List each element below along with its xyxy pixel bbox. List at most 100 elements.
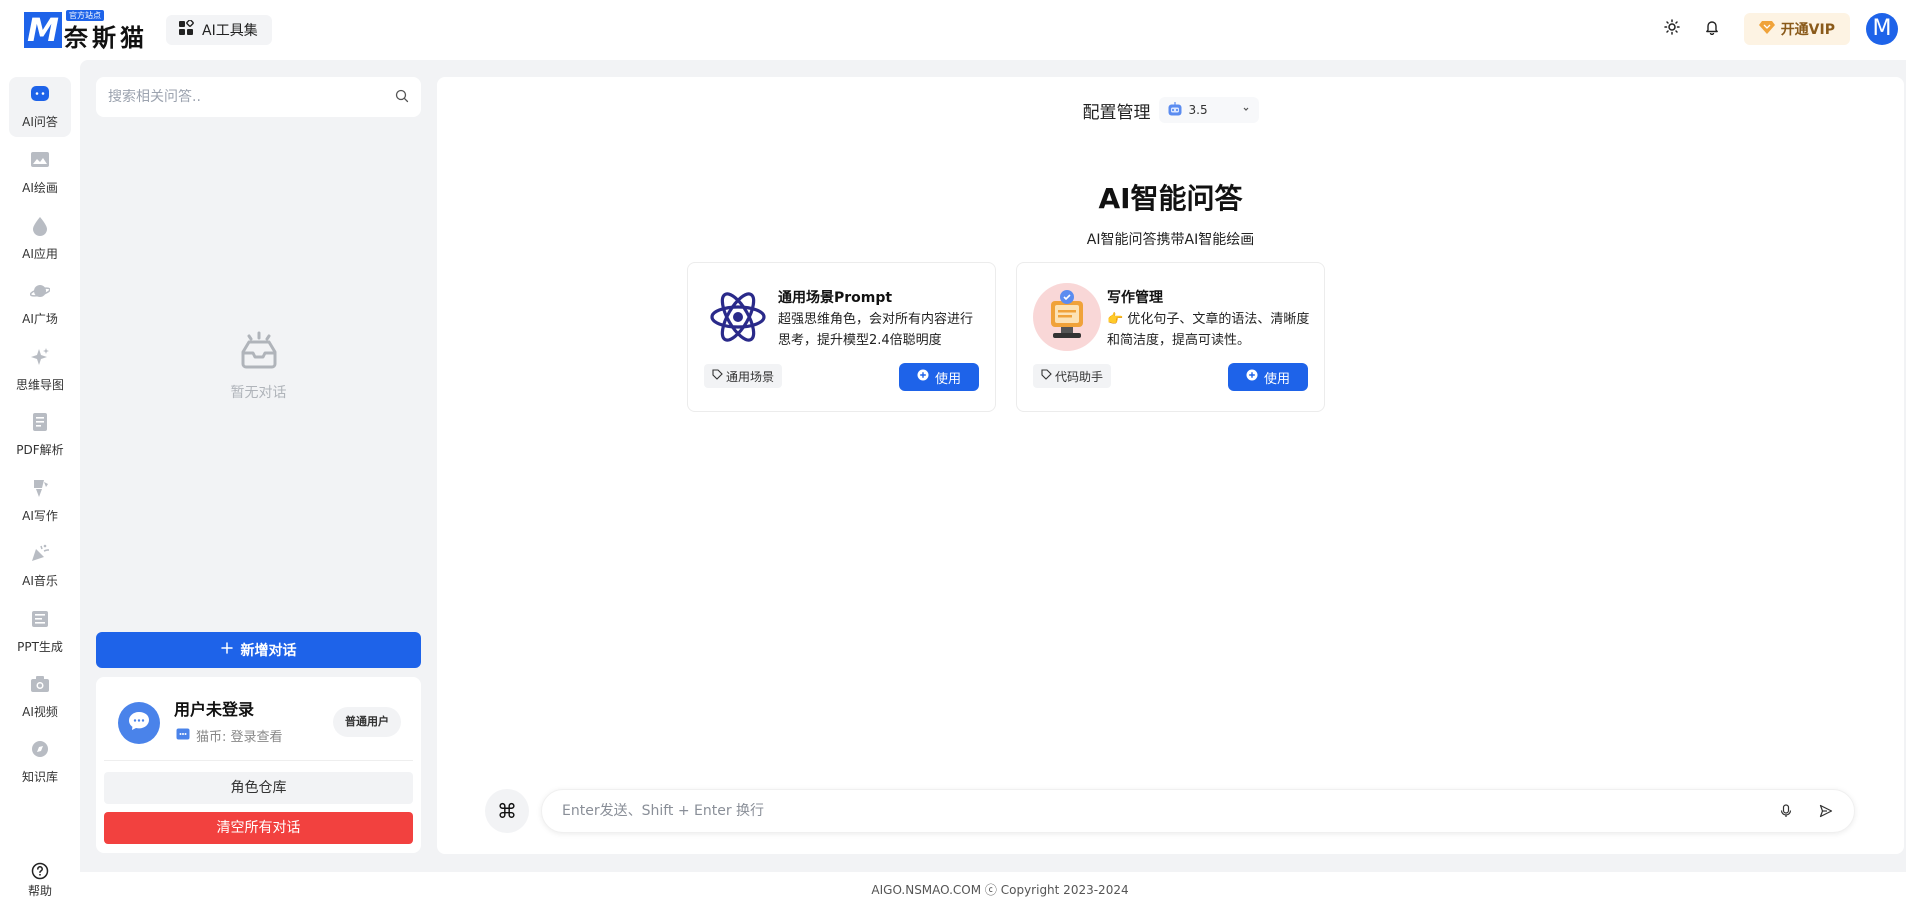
writing-card[interactable]: 写作管理 👉 优化句子、文章的语法、清晰度和简洁度，提高可读性。 代码助手 使用 xyxy=(1016,262,1325,412)
logo-letter: M xyxy=(24,12,62,48)
plus-circle-icon xyxy=(917,369,929,385)
nav-label: AI绘画 xyxy=(22,181,58,195)
use-button[interactable]: 使用 xyxy=(1228,363,1308,391)
new-chat-label: 新增对话 xyxy=(240,643,297,659)
nav-item-ai-video[interactable]: AI视频 xyxy=(9,667,71,727)
nav-label: AI应用 xyxy=(22,247,58,261)
ai-tools-button[interactable]: AI工具集 xyxy=(166,15,272,45)
use-label: 使用 xyxy=(934,371,961,387)
nav-item-ai-music[interactable]: AI音乐 xyxy=(9,536,71,596)
page-subtitle: AI智能问答携带AI智能绘画 xyxy=(1086,232,1255,248)
message-input[interactable] xyxy=(562,803,1760,819)
prompt-card[interactable]: 通用场景Prompt 超强思维角色，会对所有内容进行思考，提升模型2.4倍聪明度… xyxy=(687,262,996,412)
card-description: 超强思维角色，会对所有内容进行思考，提升模型2.4倍聪明度 xyxy=(778,312,974,348)
nav-label: AI视频 xyxy=(22,705,58,719)
pen-icon xyxy=(30,478,50,501)
card-tag: 代码助手 xyxy=(1033,364,1112,388)
planet-icon xyxy=(29,281,51,304)
logo-badge: 官方站点 xyxy=(66,10,104,21)
help-icon xyxy=(18,862,62,880)
microphone-icon[interactable] xyxy=(1772,797,1800,825)
nav-item-ai-drawing[interactable]: AI绘画 xyxy=(9,143,71,203)
nav-label: AI写作 xyxy=(22,509,58,523)
search-input[interactable] xyxy=(108,89,395,105)
compass-icon xyxy=(30,739,50,762)
theme-toggle-button[interactable] xyxy=(1660,17,1684,41)
bell-icon xyxy=(1704,19,1720,39)
left-navigation: AI问答 AI绘画 AI应用 AI广场 思维导图 PDF解析 AI写作 AI音乐… xyxy=(0,60,80,911)
card-tag: 通用场景 xyxy=(704,364,783,388)
use-button[interactable]: 使用 xyxy=(899,363,979,391)
inbox-icon xyxy=(96,330,421,374)
ai-tools-label: AI工具集 xyxy=(202,23,258,39)
nav-item-knowledge-base[interactable]: 知识库 xyxy=(9,732,71,792)
model-value: 3.5 xyxy=(1188,103,1208,117)
clear-all-button[interactable]: 清空所有对话 xyxy=(104,812,413,844)
notification-button[interactable] xyxy=(1700,17,1724,41)
card-description: 👉 优化句子、文章的语法、清晰度和简洁度，提高可读性。 xyxy=(1107,312,1310,348)
nav-label: PPT生成 xyxy=(17,640,63,654)
monitor-icon xyxy=(1033,283,1101,351)
plus-icon xyxy=(220,642,233,658)
coins-text: 猫币: 登录查看 xyxy=(196,730,283,745)
message-input-box[interactable] xyxy=(541,789,1855,833)
sparkle-icon xyxy=(30,347,50,370)
nav-item-ai-apps[interactable]: AI应用 xyxy=(9,209,71,269)
user-name: 用户未登录 xyxy=(174,700,255,719)
role-library-button[interactable]: 角色仓库 xyxy=(104,772,413,804)
nav-item-ai-writing[interactable]: AI写作 xyxy=(9,471,71,531)
nav-item-ai-chat[interactable]: AI问答 xyxy=(9,77,71,137)
divider xyxy=(104,760,413,761)
config-row: 配置管理 3.5 xyxy=(437,97,1904,123)
help-label: 帮助 xyxy=(27,884,52,898)
vip-label: 开通VIP xyxy=(1780,22,1835,38)
card-tag-label: 代码助手 xyxy=(1055,369,1104,384)
atom-icon xyxy=(704,283,772,351)
user-chat-avatar xyxy=(118,702,160,744)
nav-item-pdf[interactable]: PDF解析 xyxy=(9,405,71,465)
help-link[interactable]: 帮助 xyxy=(18,862,62,899)
top-bar: M 官方站点 奈斯猫 AI工具集 开通VIP M xyxy=(0,0,1920,60)
nav-label: 知识库 xyxy=(21,770,58,784)
page-title: AI智能问答 xyxy=(1098,182,1243,215)
apps-icon xyxy=(178,19,194,40)
nav-item-mind-map[interactable]: 思维导图 xyxy=(9,340,71,400)
send-icon[interactable] xyxy=(1812,797,1840,825)
empty-conversations: 暂无对话 xyxy=(96,330,421,402)
tag-icon xyxy=(712,369,723,383)
shortcut-button[interactable]: ⌘ xyxy=(485,789,529,833)
search-icon[interactable] xyxy=(395,88,409,107)
nav-label: AI广场 xyxy=(22,312,58,326)
nav-item-ai-square[interactable]: AI广场 xyxy=(9,274,71,334)
chat-dots-icon xyxy=(127,710,151,736)
new-chat-button[interactable]: 新增对话 xyxy=(96,632,421,668)
tag-icon xyxy=(1041,369,1052,383)
empty-text: 暂无对话 xyxy=(230,385,287,401)
nav-label: AI音乐 xyxy=(22,574,58,588)
user-avatar[interactable]: M xyxy=(1866,13,1898,45)
user-coins: 猫币: 登录查看 xyxy=(176,726,283,745)
nav-label: PDF解析 xyxy=(16,443,64,457)
vip-button[interactable]: 开通VIP xyxy=(1743,13,1850,45)
coin-icon xyxy=(176,728,190,744)
footer-copyright: AIGO.NSMAO.COM ⓒ Copyright 2023-2024 xyxy=(871,883,1129,897)
camera-icon xyxy=(30,674,50,697)
logo-text: 奈斯猫 xyxy=(64,24,148,52)
party-icon xyxy=(30,543,50,566)
model-select[interactable]: 3.5 xyxy=(1158,97,1259,123)
document-icon xyxy=(30,412,50,435)
nav-label: AI问答 xyxy=(22,115,58,129)
user-level-badge: 普通用户 xyxy=(333,707,401,737)
plus-circle-icon xyxy=(1246,369,1258,385)
site-logo[interactable]: M 官方站点 奈斯猫 xyxy=(24,10,148,52)
card-title: 写作管理 xyxy=(1107,290,1163,306)
robot-icon xyxy=(1167,101,1183,120)
sun-icon xyxy=(1663,19,1680,39)
nav-item-ppt[interactable]: PPT生成 xyxy=(9,602,71,662)
diamond-icon xyxy=(1758,20,1775,38)
chat-bubble-icon xyxy=(30,84,50,107)
user-card: 用户未登录 猫币: 登录查看 普通用户 角色仓库 清空所有对话 xyxy=(96,677,421,853)
config-label: 配置管理 xyxy=(1082,102,1151,123)
chevron-down-icon xyxy=(1241,103,1251,117)
conversation-search[interactable] xyxy=(96,77,421,117)
